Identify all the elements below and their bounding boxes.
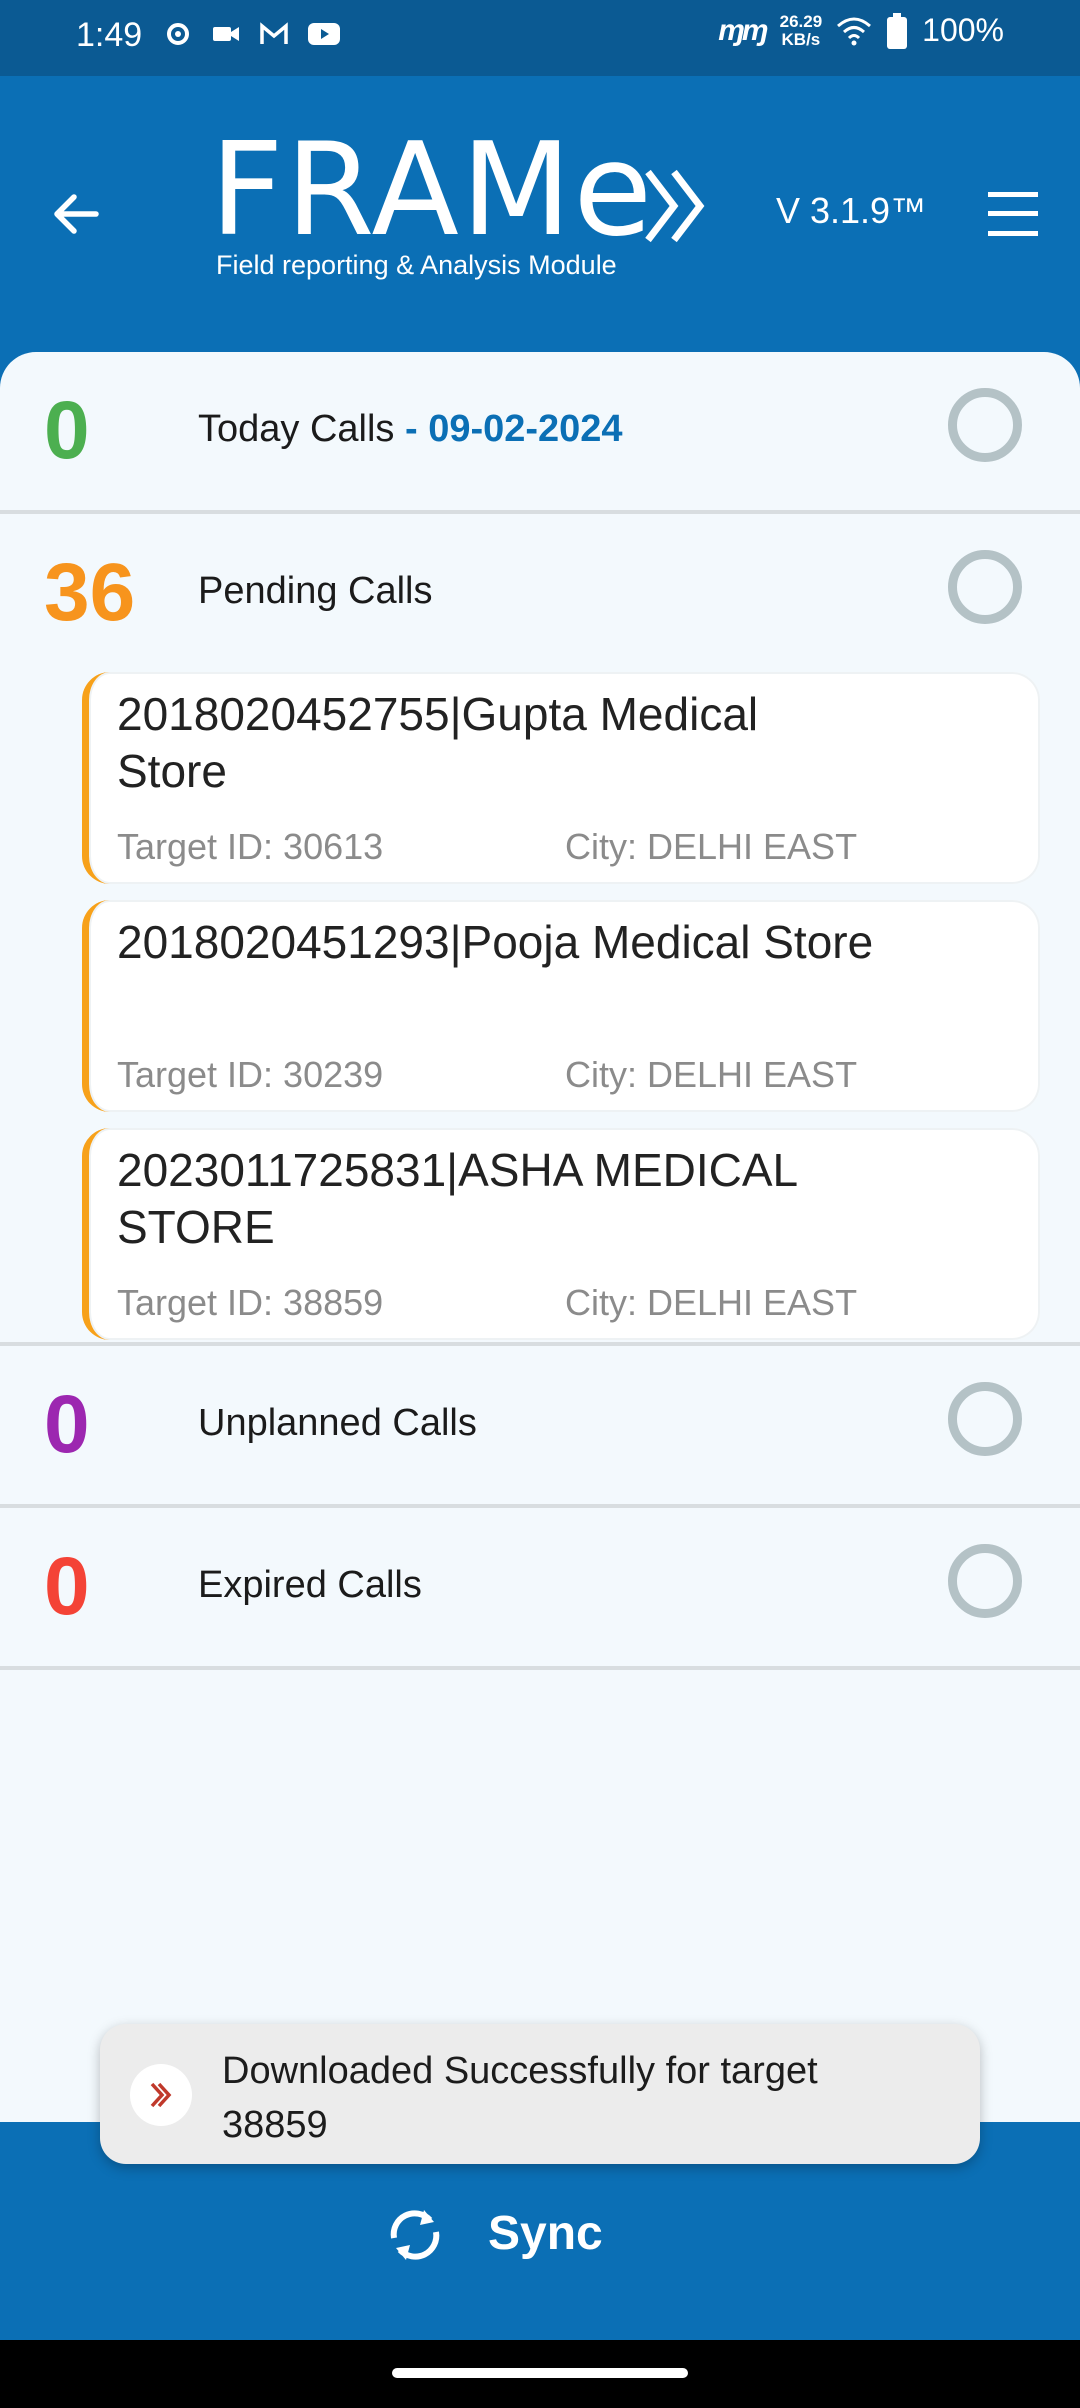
status-bar: 1:49 ɱɱ 26.29 KB/s 100% xyxy=(0,0,1080,76)
toast-notification: Downloaded Successfully for target 38859 xyxy=(100,2024,980,2164)
logo-subtitle: Field reporting & Analysis Module xyxy=(216,250,617,280)
today-calls-count: 0 xyxy=(44,385,90,476)
sync-button[interactable]: Sync xyxy=(380,2190,700,2280)
battery-icon xyxy=(887,12,908,49)
app-version: V 3.1.9™ xyxy=(776,190,927,231)
expired-calls-label: Expired Calls xyxy=(198,1564,422,1606)
call-card-city: City: DELHI EAST xyxy=(565,1282,858,1323)
sync-label: Sync xyxy=(488,2207,603,2260)
unplanned-calls-count: 0 xyxy=(44,1379,90,1470)
gmail-icon xyxy=(260,22,288,44)
chevron-logo-icon xyxy=(150,2082,172,2108)
expired-calls-indicator xyxy=(948,1544,1022,1618)
call-card-title: 2018020451293|Pooja Medical Store xyxy=(117,916,874,968)
expired-calls-count: 0 xyxy=(44,1541,90,1632)
logo-title: FRAMe xyxy=(210,116,655,265)
call-card-title: 2018020452755|Gupta Medical Store xyxy=(117,688,759,797)
call-card-target: Target ID: 38859 xyxy=(117,1282,384,1323)
wifi-icon xyxy=(837,17,872,45)
pending-calls-header[interactable]: 36 Pending Calls xyxy=(0,514,1080,672)
pending-calls-section: 36 Pending Calls 2018020452755|Gupta Med… xyxy=(0,514,1080,1346)
call-card-target: Target ID: 30613 xyxy=(117,826,384,867)
pending-calls-label: Pending Calls xyxy=(198,570,433,612)
toast-message: Downloaded Successfully for target 38859 xyxy=(222,2050,818,2146)
call-card[interactable]: 2018020451293|Pooja Medical Store Target… xyxy=(82,900,1040,1112)
network-icon: ɱɱ xyxy=(718,13,768,47)
call-card[interactable]: 2023011725831|ASHA MEDICAL STORE Target … xyxy=(82,1128,1040,1340)
today-calls-section[interactable]: 0 Today Calls - 09-02-2024 xyxy=(0,352,1080,514)
double-chevron-icon xyxy=(645,169,705,243)
net-speed-value: 26.29 xyxy=(779,11,823,31)
unplanned-calls-label: Unplanned Calls xyxy=(198,1402,477,1444)
calls-panel: 0 Today Calls - 09-02-2024 36 Pending Ca… xyxy=(0,352,1080,2122)
call-card-city: City: DELHI EAST xyxy=(565,1054,858,1095)
video-icon xyxy=(213,27,239,41)
pending-calls-indicator xyxy=(948,550,1022,624)
unplanned-calls-section[interactable]: 0 Unplanned Calls xyxy=(0,1346,1080,1508)
settings-icon xyxy=(167,23,189,45)
hamburger-menu-icon xyxy=(988,192,1038,236)
call-card-target: Target ID: 30239 xyxy=(117,1054,384,1095)
call-card-city: City: DELHI EAST xyxy=(565,826,858,867)
call-card[interactable]: 2018020452755|Gupta Medical Store Target… xyxy=(82,672,1040,884)
menu-button[interactable] xyxy=(986,186,1040,242)
back-button[interactable] xyxy=(46,184,106,244)
status-time: 1:49 xyxy=(76,16,143,54)
app-logo: FRAMe Field reporting & Analysis Module xyxy=(210,126,710,296)
unplanned-calls-indicator xyxy=(948,1382,1022,1456)
status-right: ɱɱ 26.29 KB/s 100% xyxy=(718,12,1004,49)
notification-icons xyxy=(162,18,342,50)
arrow-left-icon xyxy=(54,194,99,234)
expired-calls-section[interactable]: 0 Expired Calls xyxy=(0,1508,1080,1670)
today-calls-label: Today Calls - 09-02-2024 xyxy=(198,408,623,451)
battery-level: 100% xyxy=(922,12,1004,48)
call-card-title: 2023011725831|ASHA MEDICAL STORE xyxy=(117,1144,797,1253)
sync-icon xyxy=(390,2210,440,2260)
pending-calls-count: 36 xyxy=(44,547,136,638)
app-icon xyxy=(130,2064,192,2126)
home-handle[interactable] xyxy=(392,2368,688,2378)
net-speed: 26.29 KB/s xyxy=(779,11,823,49)
system-nav-bar xyxy=(0,2340,1080,2408)
today-calls-title: Today Calls xyxy=(198,408,395,450)
today-calls-date: - 09-02-2024 xyxy=(394,408,623,450)
app-header: FRAMe Field reporting & Analysis Module … xyxy=(0,76,1080,352)
youtube-icon xyxy=(308,23,340,45)
today-calls-indicator xyxy=(948,388,1022,462)
pending-calls-list: 2018020452755|Gupta Medical Store Target… xyxy=(0,672,1080,1342)
net-speed-unit: KB/s xyxy=(781,29,821,49)
